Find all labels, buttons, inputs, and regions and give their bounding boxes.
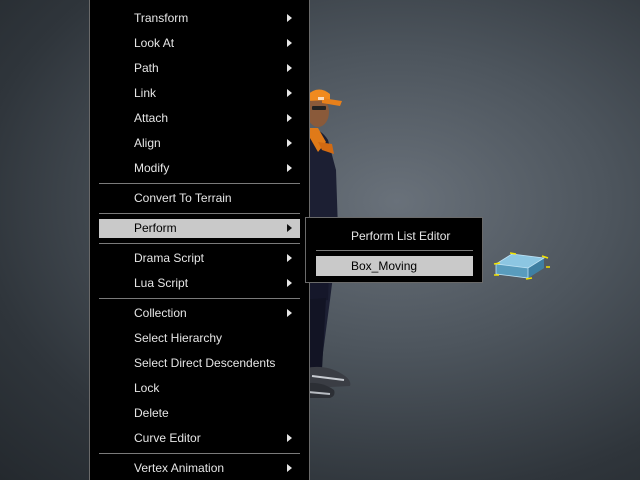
menu-item-label: Drama Script bbox=[134, 251, 205, 265]
menu-item-label: Perform bbox=[134, 221, 177, 235]
menu-separator bbox=[99, 298, 300, 299]
menu-item-drama-script[interactable]: Drama Script bbox=[99, 249, 300, 268]
menu-item-lua-script[interactable]: Lua Script bbox=[99, 274, 300, 293]
menu-item-label: Select Hierarchy bbox=[134, 331, 223, 345]
menu-item-convert-to-terrain[interactable]: Convert To Terrain bbox=[99, 189, 300, 208]
menu-item-label: Collection bbox=[134, 306, 187, 320]
menu-item-label: Transform bbox=[134, 11, 189, 25]
menu-item-transform[interactable]: Transform bbox=[99, 9, 300, 28]
menu-separator bbox=[99, 243, 300, 244]
menu-item-collection[interactable]: Collection bbox=[99, 304, 300, 323]
menu-item-label: Convert To Terrain bbox=[134, 191, 232, 205]
submenu-arrow-icon bbox=[287, 224, 292, 232]
perform-submenu: Perform List Editor Box_Moving bbox=[305, 217, 483, 283]
submenu-arrow-icon bbox=[287, 39, 292, 47]
menu-item-delete[interactable]: Delete bbox=[99, 404, 300, 423]
menu-item-attach[interactable]: Attach bbox=[99, 109, 300, 128]
menu-separator bbox=[99, 453, 300, 454]
submenu-item-box-moving[interactable]: Box_Moving bbox=[316, 256, 473, 276]
context-menu: Transform Look At Path Link Attach Align… bbox=[89, 0, 310, 480]
submenu-item-label: Perform List Editor bbox=[351, 229, 451, 243]
menu-item-modify[interactable]: Modify bbox=[99, 159, 300, 178]
box-prop-selected[interactable] bbox=[490, 250, 556, 282]
menu-item-label: Lock bbox=[134, 381, 160, 395]
menu-separator bbox=[99, 183, 300, 184]
menu-item-path[interactable]: Path bbox=[99, 59, 300, 78]
menu-item-label: Look At bbox=[134, 36, 175, 50]
menu-item-vertex-animation[interactable]: Vertex Animation bbox=[99, 459, 300, 478]
submenu-arrow-icon bbox=[287, 434, 292, 442]
menu-item-label: Vertex Animation bbox=[134, 461, 225, 475]
menu-separator bbox=[99, 213, 300, 214]
submenu-item-perform-list-editor[interactable]: Perform List Editor bbox=[316, 226, 473, 246]
submenu-arrow-icon bbox=[287, 114, 292, 122]
menu-item-select-direct-descendents[interactable]: Select Direct Descendents bbox=[99, 354, 300, 373]
menu-item-label: Curve Editor bbox=[134, 431, 201, 445]
submenu-arrow-icon bbox=[287, 64, 292, 72]
3d-viewport[interactable]: Transform Look At Path Link Attach Align… bbox=[0, 0, 640, 480]
menu-item-label: Select Direct Descendents bbox=[134, 356, 276, 370]
submenu-arrow-icon bbox=[287, 464, 292, 472]
menu-item-label: Modify bbox=[134, 161, 170, 175]
menu-item-label: Delete bbox=[134, 406, 169, 420]
menu-item-label: Link bbox=[134, 86, 157, 100]
submenu-arrow-icon bbox=[287, 89, 292, 97]
menu-item-label: Lua Script bbox=[134, 276, 189, 290]
submenu-separator bbox=[316, 250, 473, 251]
submenu-arrow-icon bbox=[287, 139, 292, 147]
submenu-arrow-icon bbox=[287, 254, 292, 262]
submenu-arrow-icon bbox=[287, 164, 292, 172]
submenu-arrow-icon bbox=[287, 309, 292, 317]
menu-item-label: Attach bbox=[134, 111, 169, 125]
menu-item-curve-editor[interactable]: Curve Editor bbox=[99, 429, 300, 448]
menu-item-label: Path bbox=[134, 61, 159, 75]
submenu-arrow-icon bbox=[287, 14, 292, 22]
menu-item-label: Align bbox=[134, 136, 161, 150]
menu-item-perform[interactable]: Perform bbox=[99, 219, 300, 238]
submenu-arrow-icon bbox=[287, 279, 292, 287]
menu-item-select-hierarchy[interactable]: Select Hierarchy bbox=[99, 329, 300, 348]
menu-item-look-at[interactable]: Look At bbox=[99, 34, 300, 53]
menu-item-lock[interactable]: Lock bbox=[99, 379, 300, 398]
menu-item-align[interactable]: Align bbox=[99, 134, 300, 153]
submenu-item-label: Box_Moving bbox=[351, 259, 418, 273]
menu-item-link[interactable]: Link bbox=[99, 84, 300, 103]
